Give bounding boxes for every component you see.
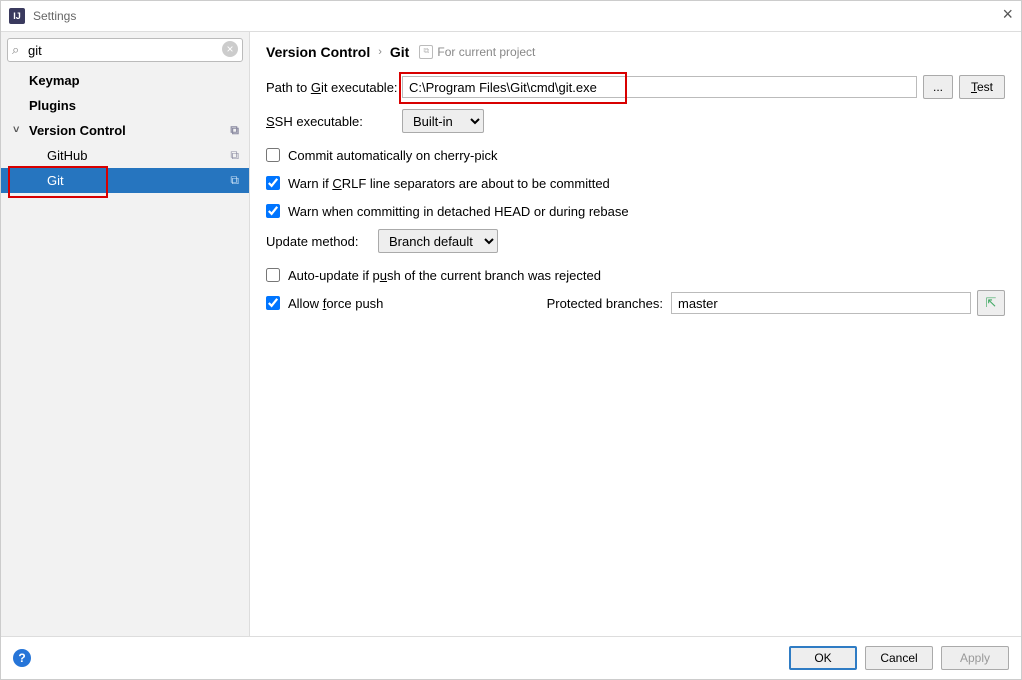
path-input-wrap <box>402 76 917 98</box>
checkbox-detached-warn[interactable] <box>266 204 280 218</box>
window-body: ⌕ × Keymap Plugins ˅ Version Control ⧉ <box>1 32 1021 636</box>
checkbox-label: Auto-update if push of the current branc… <box>288 268 601 283</box>
for-project-label: For current project <box>437 45 535 59</box>
project-scope-icon: ⧉ <box>230 173 239 188</box>
breadcrumb-separator-icon: › <box>378 46 382 58</box>
test-button[interactable]: Test <box>959 75 1005 99</box>
cancel-button[interactable]: Cancel <box>865 646 933 670</box>
search-row: ⌕ × <box>1 32 249 68</box>
help-icon[interactable]: ? <box>13 649 31 667</box>
search-input[interactable] <box>8 40 242 60</box>
content-pane: Version Control › Git ⧉ For current proj… <box>250 32 1021 636</box>
expand-protected-button[interactable]: ⇱ <box>977 290 1005 316</box>
update-method-label: Update method: <box>266 234 378 249</box>
ok-button[interactable]: OK <box>789 646 857 670</box>
project-scope-icon: ⧉ <box>419 45 433 59</box>
checkbox-label: Commit automatically on cherry-pick <box>288 148 498 163</box>
checkbox-cherry-pick[interactable] <box>266 148 280 162</box>
for-project-hint: ⧉ For current project <box>419 45 535 59</box>
ssh-executable-select[interactable]: Built-in <box>402 109 484 133</box>
project-scope-icon: ⧉ <box>230 123 239 138</box>
clear-search-icon[interactable]: × <box>222 41 238 57</box>
protected-branches-input[interactable] <box>671 292 971 314</box>
row-auto-update[interactable]: Auto-update if push of the current branc… <box>266 262 1005 288</box>
row-force-push: Allow force push Protected branches: ⇱ <box>266 290 1005 316</box>
checkbox-label: Warn if CRLF line separators are about t… <box>288 176 610 191</box>
breadcrumb-current: Git <box>390 44 409 60</box>
app-icon: IJ <box>9 8 25 24</box>
sidebar-item-label: GitHub <box>47 148 87 163</box>
checkbox-label: Warn when committing in detached HEAD or… <box>288 204 629 219</box>
project-scope-icon: ⧉ <box>230 148 239 163</box>
title-bar: IJ Settings × <box>1 1 1021 32</box>
expand-icon: ⇱ <box>986 295 997 311</box>
force-push-left[interactable]: Allow force push <box>266 296 383 311</box>
window-title: Settings <box>33 9 76 23</box>
settings-tree: Keymap Plugins ˅ Version Control ⧉ GitHu… <box>1 68 249 636</box>
git-path-input[interactable] <box>402 76 917 98</box>
sidebar: ⌕ × Keymap Plugins ˅ Version Control ⧉ <box>1 32 250 636</box>
search-wrap: ⌕ × <box>7 38 243 62</box>
protected-branches-label: Protected branches: <box>547 296 663 311</box>
row-cherry-pick[interactable]: Commit automatically on cherry-pick <box>266 142 1005 168</box>
row-git-path: Path to Git executable: ... Test <box>266 74 1005 100</box>
sidebar-item-version-control[interactable]: ˅ Version Control ⧉ <box>1 118 249 143</box>
checkbox-label: Allow force push <box>288 296 383 311</box>
search-icon: ⌕ <box>12 42 19 58</box>
sidebar-item-label: Plugins <box>29 98 76 113</box>
sidebar-item-keymap[interactable]: Keymap <box>1 68 249 93</box>
row-detached-warn[interactable]: Warn when committing in detached HEAD or… <box>266 198 1005 224</box>
checkbox-auto-update[interactable] <box>266 268 280 282</box>
close-icon[interactable]: × <box>1002 5 1013 23</box>
row-update-method: Update method: Branch default <box>266 228 1005 254</box>
breadcrumb: Version Control › Git ⧉ For current proj… <box>266 44 1005 60</box>
checkbox-crlf-warn[interactable] <box>266 176 280 190</box>
sidebar-item-label: Version Control <box>29 123 126 138</box>
sidebar-item-github[interactable]: GitHub ⧉ <box>1 143 249 168</box>
sidebar-item-label: Keymap <box>29 73 80 88</box>
path-label: Path to Git executable: <box>266 80 402 95</box>
sidebar-item-plugins[interactable]: Plugins <box>1 93 249 118</box>
settings-window: IJ Settings × ⌕ × Keymap Plugins <box>0 0 1022 680</box>
chevron-down-icon: ˅ <box>13 124 19 136</box>
dialog-footer: ? OK Cancel Apply <box>1 636 1021 679</box>
row-ssh: SSH executable: Built-in <box>266 108 1005 134</box>
sidebar-item-git[interactable]: Git ⧉ <box>1 168 249 193</box>
ssh-label: SSH executable: <box>266 114 402 129</box>
checkbox-force-push[interactable] <box>266 296 280 310</box>
apply-button: Apply <box>941 646 1009 670</box>
browse-button[interactable]: ... <box>923 75 953 99</box>
update-method-select[interactable]: Branch default <box>378 229 498 253</box>
breadcrumb-parent[interactable]: Version Control <box>266 44 370 60</box>
sidebar-item-label: Git <box>47 173 64 188</box>
row-crlf-warn[interactable]: Warn if CRLF line separators are about t… <box>266 170 1005 196</box>
content-inner: Version Control › Git ⧉ For current proj… <box>250 32 1021 636</box>
